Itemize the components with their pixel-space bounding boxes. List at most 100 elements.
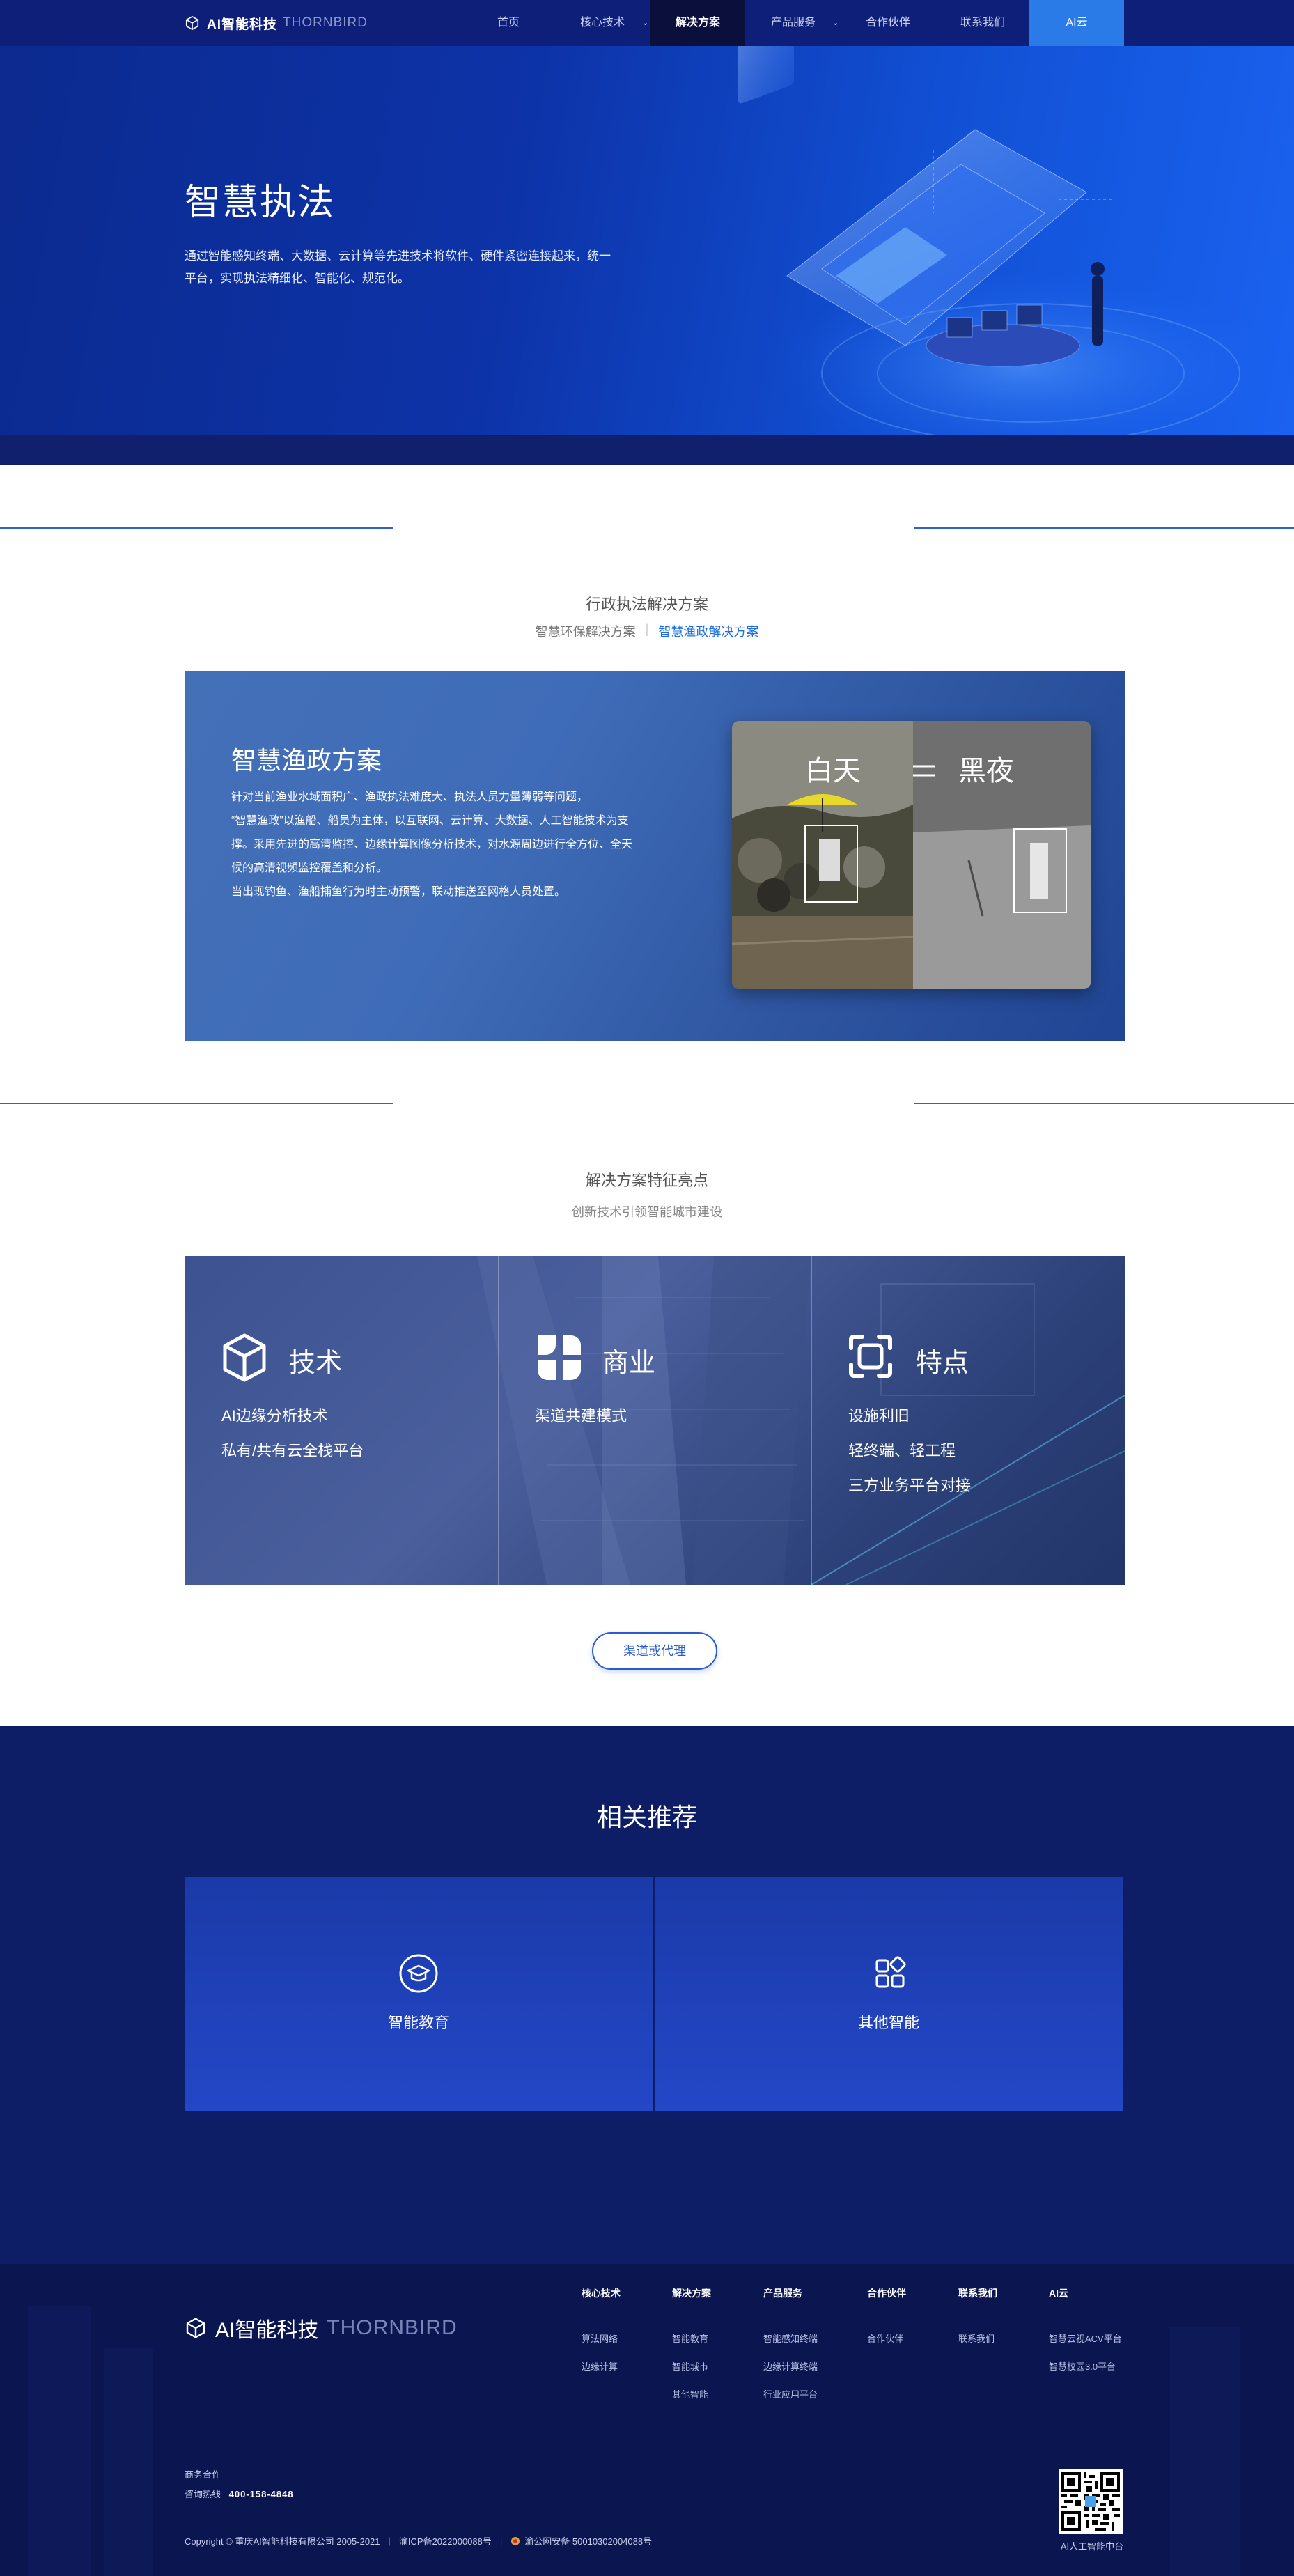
footer-link[interactable]: 智能教育 (672, 2331, 708, 2345)
tab-env-protection[interactable]: 智慧环保解决方案 (526, 622, 646, 640)
footer-link[interactable]: 联系我们 (958, 2331, 995, 2345)
copyright-text: Copyright © 重庆AI智能科技有限公司 2005-2021 (185, 2536, 380, 2547)
footer-column-head: 产品服务 (763, 2288, 802, 2299)
footer: AI智能科技 THORNBIRD 核心技术 算法网络 边缘计算 解决方案 智能教… (0, 2264, 1294, 2576)
hotline-row: 咨询热线 400-158-4848 (185, 2487, 294, 2500)
top-nav: AI智能科技 THORNBIRD 首页 核心技术 ⌄ 解决方案 产品服务 ⌄ 合… (0, 0, 1294, 46)
nav-item-ai-cloud[interactable]: AI云 (1029, 0, 1124, 46)
tab-fishery[interactable]: 智慧渔政解决方案 (648, 622, 768, 640)
features-panel: 技术 AI边缘分析技术 私有/共有云全栈平台 商业 渠道共建模式 特点 设施利旧… (185, 1256, 1125, 1585)
footer-logo[interactable]: AI智能科技 THORNBIRD (185, 2313, 458, 2343)
footer-column-head: 核心技术 (582, 2288, 621, 2299)
feature-item: 设施利旧 (848, 1407, 910, 1425)
section-title-features: 解决方案特征亮点 (585, 1172, 708, 1189)
legal-separator: | (499, 2536, 503, 2546)
cube-icon (223, 1333, 266, 1382)
section-title-solutions: 行政执法解决方案 (585, 596, 708, 613)
nav-item-home[interactable]: 首页 (479, 0, 538, 46)
night-label: 黑夜 (958, 756, 1014, 786)
feature-item: 三方业务平台对接 (848, 1477, 972, 1494)
divider-line (914, 1103, 1294, 1104)
feature-column-business: 商业 渠道共建模式 (498, 1256, 811, 1585)
qr-code (1059, 2469, 1123, 2534)
nav-item-products[interactable]: 产品服务 (762, 0, 825, 46)
police-badge-icon (511, 2536, 520, 2545)
footer-legal: Copyright © 重庆AI智能科技有限公司 2005-2021 | 渝IC… (185, 2534, 652, 2547)
footer-column-head: AI云 (1049, 2288, 1068, 2299)
logo-text: AI智能科技 (207, 17, 278, 32)
footer-column-head: 解决方案 (672, 2288, 711, 2299)
feature-title: 特点 (916, 1349, 969, 1378)
related-title: 相关推荐 (596, 1803, 697, 1831)
feature-title: 技术 (289, 1349, 343, 1378)
footer-link[interactable]: 智能城市 (672, 2359, 708, 2373)
footer-link[interactable]: 算法网络 (582, 2331, 618, 2345)
nav-item-solutions[interactable]: 解决方案 (650, 0, 745, 46)
feature-item: 渠道共建模式 (535, 1407, 627, 1425)
hotline-label: 咨询热线 (185, 2489, 221, 2499)
footer-link[interactable]: 边缘计算终端 (763, 2359, 818, 2373)
footer-link[interactable]: 行业应用平台 (763, 2387, 818, 2400)
footer-link[interactable]: 智慧校园3.0平台 (1049, 2359, 1116, 2373)
chevron-down-icon: ⌄ (832, 19, 839, 27)
feature-item: 轻终端、轻工程 (848, 1442, 956, 1459)
logo-text-en: THORNBIRD (283, 15, 368, 30)
footer-link[interactable]: 合作伙伴 (867, 2331, 903, 2345)
description-line: 撑。采用先进的高清监控、边缘计算图像分析技术，对水源周边进行全方位、全天 (231, 839, 633, 851)
footer-column-head: 合作伙伴 (867, 2288, 906, 2299)
chevron-down-icon: ⌄ (642, 19, 649, 27)
related-card-education[interactable]: 智能教育 (185, 1877, 653, 2111)
footer-link[interactable]: 智能感知终端 (763, 2331, 818, 2345)
channel-agent-button[interactable]: 渠道或代理 (592, 1632, 717, 1670)
hero-bottom-band (0, 435, 1294, 465)
description-line: 针对当前渔业水域面积广、渔政执法难度大、执法人员力量薄弱等问题， (231, 791, 588, 803)
related-card-other[interactable]: 其他智能 (655, 1877, 1123, 2111)
feature-column-tech: 技术 AI边缘分析技术 私有/共有云全栈平台 (185, 1256, 498, 1585)
hero-description: 通过智能感知终端、大数据、云计算等先进技术将软件、硬件紧密连接起来，统一平台，实… (185, 249, 611, 285)
related-card-label: 智能教育 (387, 2014, 449, 2031)
footer-link[interactable]: 边缘计算 (582, 2359, 618, 2373)
legal-separator: | (388, 2536, 391, 2546)
solution-card-description: 针对当前渔业水域面积广、渔政执法难度大、执法人员力量薄弱等问题， “智慧渔政”以… (231, 786, 684, 904)
solution-card-title: 智慧渔政方案 (231, 746, 382, 775)
nav-item-partners[interactable]: 合作伙伴 (857, 0, 919, 46)
nav-item-core-tech[interactable]: 核心技术 (571, 0, 634, 46)
feature-title: 商业 (602, 1349, 656, 1378)
footer-link[interactable]: 智慧云视ACV平台 (1049, 2331, 1122, 2345)
surveillance-image: 白天 黑夜 (732, 721, 1091, 989)
hero-title: 智慧执法 (185, 183, 336, 223)
focus-icon (849, 1335, 892, 1378)
footer-link[interactable]: 其他智能 (672, 2387, 708, 2400)
hero-illustration (738, 46, 1274, 435)
footer-logo-text: AI智能科技 (215, 2319, 319, 2342)
nav-item-contact[interactable]: 联系我们 (951, 0, 1014, 46)
logo[interactable]: AI智能科技 THORNBIRD (185, 14, 368, 32)
footer-logo-text-en: THORNBIRD (327, 2316, 458, 2339)
qr-caption: AI人工智能中台 (1060, 2541, 1124, 2552)
related-section: 相关推荐 智能教育 其他智能 (0, 1726, 1294, 2264)
feature-item: 私有/共有云全栈平台 (221, 1442, 364, 1459)
qr-code-image (1061, 2472, 1120, 2531)
divider-line (0, 1103, 393, 1104)
icp-link[interactable]: 渝ICP备2022000088号 (399, 2534, 492, 2547)
day-label: 白天 (805, 756, 861, 786)
police-record-link[interactable]: 渝公网安备 50010302004088号 (524, 2534, 652, 2547)
day-night-photo: 白天 黑夜 (732, 721, 1091, 989)
feature-column-traits: 特点 设施利旧 轻终端、轻工程 三方业务平台对接 (811, 1256, 1125, 1585)
cube-logo-icon (185, 16, 199, 30)
clover-icon (538, 1335, 581, 1380)
solution-tabs: 智慧环保解决方案 | 智慧渔政解决方案 (0, 622, 1294, 640)
apps-icon (875, 1956, 906, 1988)
divider-line (914, 527, 1294, 529)
description-line: 候的高清视频监控覆盖和分析。 (231, 862, 388, 874)
divider-line (0, 527, 393, 529)
related-card-label: 其他智能 (857, 2014, 919, 2031)
description-line: 当出现钓鱼、渔船捕鱼行为时主动预警，联动推送至网格人员处置。 (231, 886, 566, 898)
description-line: “智慧渔政”以渔船、船员为主体，以互联网、云计算、大数据、人工智能技术为支 (231, 815, 629, 827)
hotline-number: 400-158-4848 (228, 2489, 294, 2499)
cube-logo-icon (186, 2318, 205, 2338)
graduation-cap-icon (399, 1954, 438, 1993)
solution-card: 智慧渔政方案 针对当前渔业水域面积广、渔政执法难度大、执法人员力量薄弱等问题， … (185, 671, 1125, 1041)
feature-item: AI边缘分析技术 (221, 1407, 328, 1425)
footer-column-head: 联系我们 (958, 2288, 997, 2299)
